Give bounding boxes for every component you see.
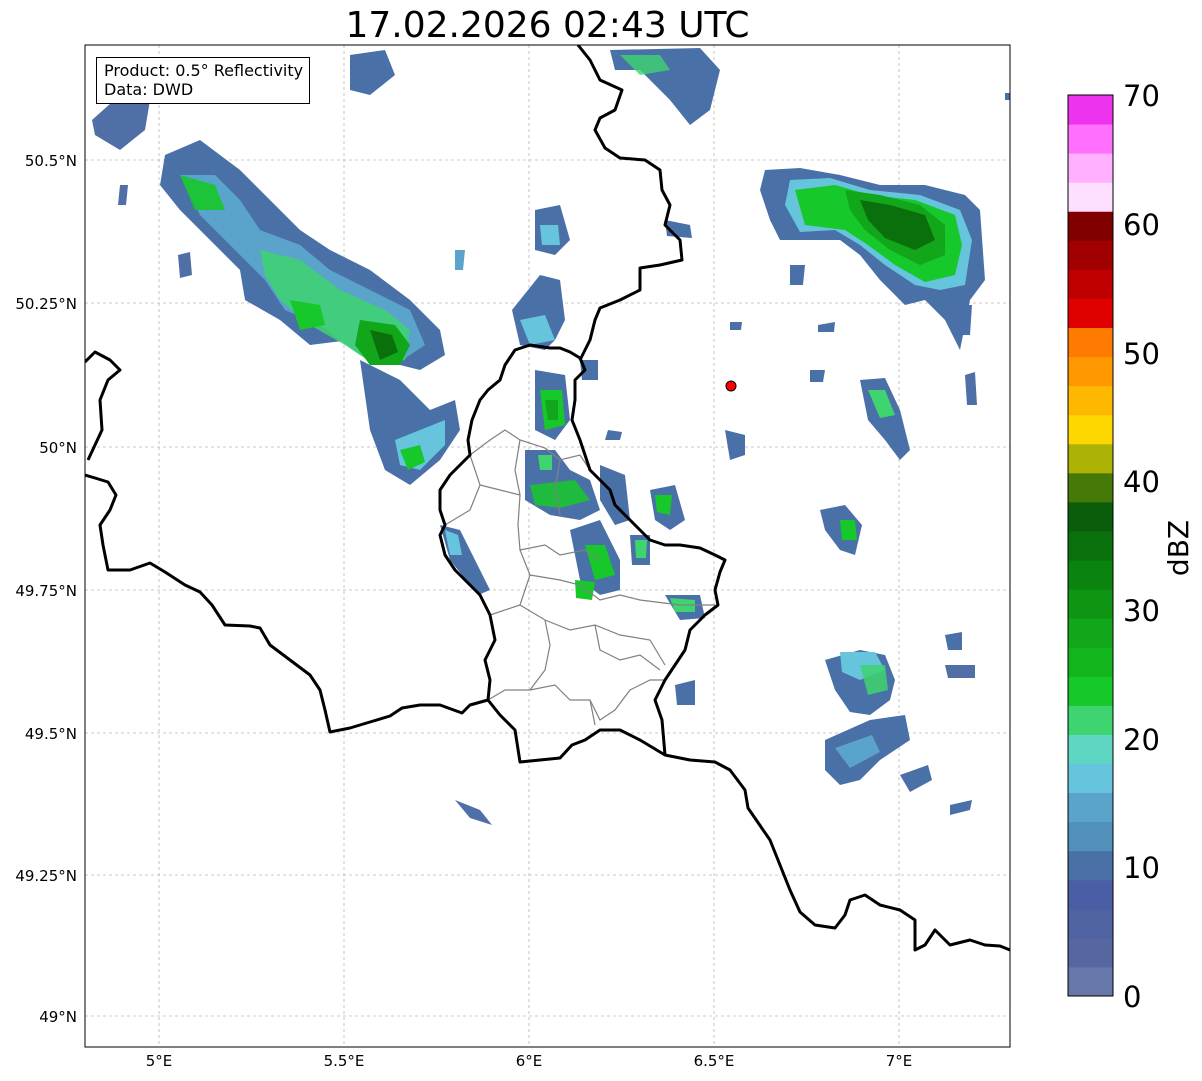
radar-map[interactable]: 50.5°N 50.25°N 50°N 49.75°N 49.5°N 49.25… (0, 0, 1202, 1081)
colorbar-tick-label: 0 (1123, 980, 1141, 1014)
colorbar (1068, 95, 1113, 997)
colorbar-segment (1068, 443, 1113, 474)
colorbar-segment (1068, 327, 1113, 358)
colorbar-segment (1068, 966, 1113, 997)
colorbar-segment (1068, 153, 1113, 183)
colorbar-tick-label: 70 (1123, 79, 1160, 113)
colorbar-segment (1068, 821, 1113, 852)
lat-label: 49.5°N (25, 725, 77, 743)
colorbar-segment (1068, 182, 1113, 212)
colorbar-segment (1068, 560, 1113, 590)
colorbar-segment (1068, 879, 1113, 910)
colorbar-tick-label: 30 (1123, 594, 1160, 628)
lat-label: 49°N (39, 1008, 77, 1026)
colorbar-segment (1068, 589, 1113, 619)
lon-label: 5°E (146, 1052, 173, 1070)
colorbar-segment (1068, 269, 1113, 299)
lat-label: 50.5°N (25, 152, 77, 170)
colorbar-unit-label: dBZ (1162, 520, 1195, 576)
colorbar-segment (1068, 240, 1113, 270)
colorbar-segment (1068, 937, 1113, 968)
colorbar-segment (1068, 501, 1113, 532)
lon-label: 7°E (886, 1052, 913, 1070)
colorbar-segment (1068, 676, 1113, 706)
colorbar-segment (1068, 618, 1113, 648)
colorbar-tick-label: 20 (1123, 723, 1160, 757)
colorbar-segment (1068, 734, 1113, 764)
lat-label: 49.75°N (15, 582, 77, 600)
colorbar-segment (1068, 530, 1113, 561)
colorbar-segment (1068, 95, 1113, 125)
lat-label: 49.25°N (15, 867, 77, 885)
colorbar-segment (1068, 124, 1113, 154)
radar-site-marker[interactable] (725, 380, 737, 392)
longitude-labels: 5°E 5.5°E 6°E 6.5°E 7°E (146, 1052, 913, 1070)
lon-label: 6.5°E (694, 1052, 735, 1070)
colorbar-segment (1068, 763, 1113, 794)
colorbar-segment (1068, 298, 1113, 329)
lon-label: 5.5°E (324, 1052, 365, 1070)
product-info-box: Product: 0.5° Reflectivity Data: DWD (96, 57, 311, 104)
colorbar-tick-label: 50 (1123, 337, 1160, 371)
latitude-labels: 50.5°N 50.25°N 50°N 49.75°N 49.5°N 49.25… (15, 152, 77, 1026)
colorbar-tick-label: 10 (1123, 851, 1160, 885)
colorbar-segment (1068, 908, 1113, 939)
colorbar-segment (1068, 472, 1113, 503)
lat-label: 50°N (39, 439, 77, 457)
colorbar-tick-label: 40 (1123, 465, 1160, 499)
colorbar-segment (1068, 647, 1113, 677)
colorbar-segment (1068, 705, 1113, 735)
colorbar-segment (1068, 356, 1113, 387)
colorbar-segment (1068, 792, 1113, 823)
colorbar-segment (1068, 850, 1113, 881)
colorbar-tick-label: 60 (1123, 208, 1160, 242)
colorbar-segment (1068, 385, 1113, 416)
lon-label: 6°E (516, 1052, 543, 1070)
lat-label: 50.25°N (15, 295, 77, 313)
data-source-label: Data: DWD (104, 80, 194, 99)
product-label: Product: 0.5° Reflectivity (104, 61, 304, 80)
colorbar-segment (1068, 414, 1113, 445)
colorbar-segment (1068, 211, 1113, 241)
colorbar-ticks: 0 10 20 30 40 50 60 70 (1123, 79, 1160, 1014)
